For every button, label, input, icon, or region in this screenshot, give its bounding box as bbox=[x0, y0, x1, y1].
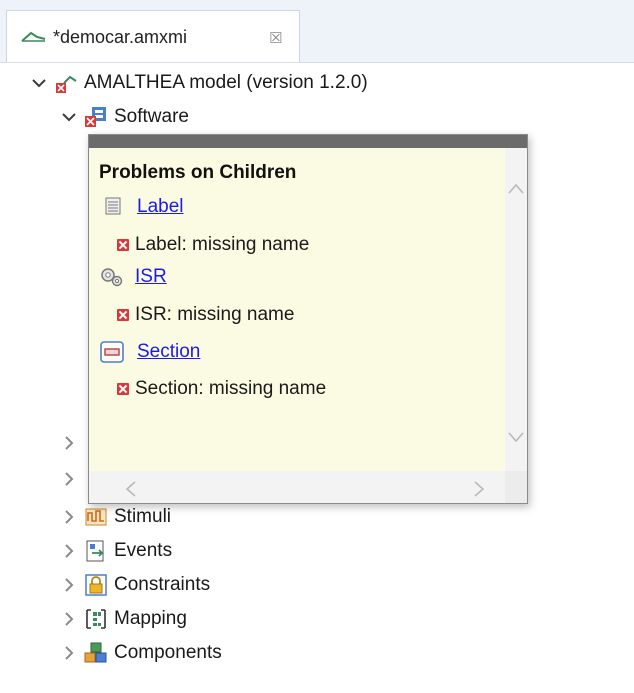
problem-entry-isr: ISR bbox=[99, 266, 167, 288]
problem-text: Label: missing name bbox=[135, 234, 310, 255]
problem-entry-section: Section bbox=[99, 340, 200, 364]
chevron-right-icon[interactable] bbox=[58, 540, 80, 562]
tab-title: *democar.amxmi bbox=[53, 27, 188, 47]
problems-hover-popup: Problems on Children Label Label: missin… bbox=[88, 134, 528, 504]
horizontal-scrollbar[interactable] bbox=[89, 471, 505, 503]
events-icon bbox=[84, 539, 108, 563]
tree-item-software[interactable]: Software bbox=[58, 100, 189, 134]
scroll-down-icon[interactable] bbox=[508, 426, 524, 449]
popup-heading: Problems on Children bbox=[99, 162, 297, 183]
chevron-right-icon[interactable] bbox=[58, 642, 80, 664]
tree-item-label: AMALTHEA model (version 1.2.0) bbox=[84, 72, 368, 93]
problem-text: ISR: missing name bbox=[135, 304, 295, 325]
chevron-right-icon[interactable] bbox=[58, 468, 80, 490]
software-error-icon bbox=[84, 105, 108, 129]
editor: *democar.amxmi ☒ AMALTHEA model (version… bbox=[0, 0, 634, 693]
tree-item-hidden-2[interactable] bbox=[58, 462, 80, 496]
tree-item-root[interactable]: AMALTHEA model (version 1.2.0) bbox=[28, 66, 368, 100]
mapping-icon bbox=[84, 607, 108, 631]
chevron-right-icon[interactable] bbox=[58, 608, 80, 630]
constraints-icon bbox=[84, 573, 108, 597]
scroll-left-icon[interactable] bbox=[125, 480, 137, 503]
isr-link[interactable]: ISR bbox=[135, 266, 167, 288]
chevron-down-icon[interactable] bbox=[58, 106, 80, 128]
chevron-down-icon[interactable] bbox=[28, 72, 50, 94]
scrollbar-corner bbox=[505, 471, 527, 503]
tree-item-label: Components bbox=[114, 642, 222, 663]
tree-item-hidden-1[interactable] bbox=[58, 426, 80, 460]
tree-item-stimuli[interactable]: Stimuli bbox=[58, 500, 171, 534]
tree-item-label: Mapping bbox=[114, 608, 187, 629]
error-icon bbox=[117, 239, 129, 251]
problem-message: Section: missing name bbox=[117, 378, 326, 400]
tree-item-components[interactable]: Components bbox=[58, 636, 222, 670]
popup-content: Problems on Children Label Label: missin… bbox=[89, 148, 505, 471]
tree-item-mapping[interactable]: Mapping bbox=[58, 602, 187, 636]
editor-tab[interactable]: *democar.amxmi ☒ bbox=[6, 10, 300, 62]
chevron-right-icon[interactable] bbox=[58, 506, 80, 528]
popup-drag-bar[interactable] bbox=[89, 135, 527, 148]
error-icon bbox=[117, 383, 129, 395]
tree-item-events[interactable]: Events bbox=[58, 534, 172, 568]
tree-item-label: Stimuli bbox=[114, 506, 172, 527]
tree-item-label: Events bbox=[114, 540, 173, 561]
problem-message: ISR: missing name bbox=[117, 304, 294, 326]
tree-item-label: Software bbox=[114, 106, 189, 127]
section-icon bbox=[99, 340, 125, 364]
amalthea-model-error-icon bbox=[54, 71, 78, 95]
chevron-right-icon[interactable] bbox=[58, 432, 80, 454]
label-icon bbox=[103, 196, 125, 218]
problem-message: Label: missing name bbox=[117, 234, 309, 256]
scroll-right-icon[interactable] bbox=[473, 480, 485, 503]
tree-item-constraints[interactable]: Constraints bbox=[58, 568, 210, 602]
label-link[interactable]: Label bbox=[137, 196, 184, 218]
components-icon bbox=[84, 641, 108, 665]
vertical-scrollbar[interactable] bbox=[505, 148, 527, 471]
stimuli-icon bbox=[84, 505, 108, 529]
scroll-up-icon[interactable] bbox=[508, 178, 524, 201]
problem-entry-label: Label bbox=[103, 196, 184, 218]
amalthea-file-icon bbox=[21, 25, 47, 45]
chevron-right-icon[interactable] bbox=[58, 574, 80, 596]
close-icon[interactable]: ☒ bbox=[269, 29, 282, 47]
problem-text: Section: missing name bbox=[135, 378, 327, 399]
editor-tab-bar: *democar.amxmi ☒ bbox=[0, 0, 634, 63]
tree-item-label: Constraints bbox=[114, 574, 211, 595]
isr-icon bbox=[99, 266, 127, 288]
error-icon bbox=[117, 309, 129, 321]
section-link[interactable]: Section bbox=[137, 341, 200, 363]
